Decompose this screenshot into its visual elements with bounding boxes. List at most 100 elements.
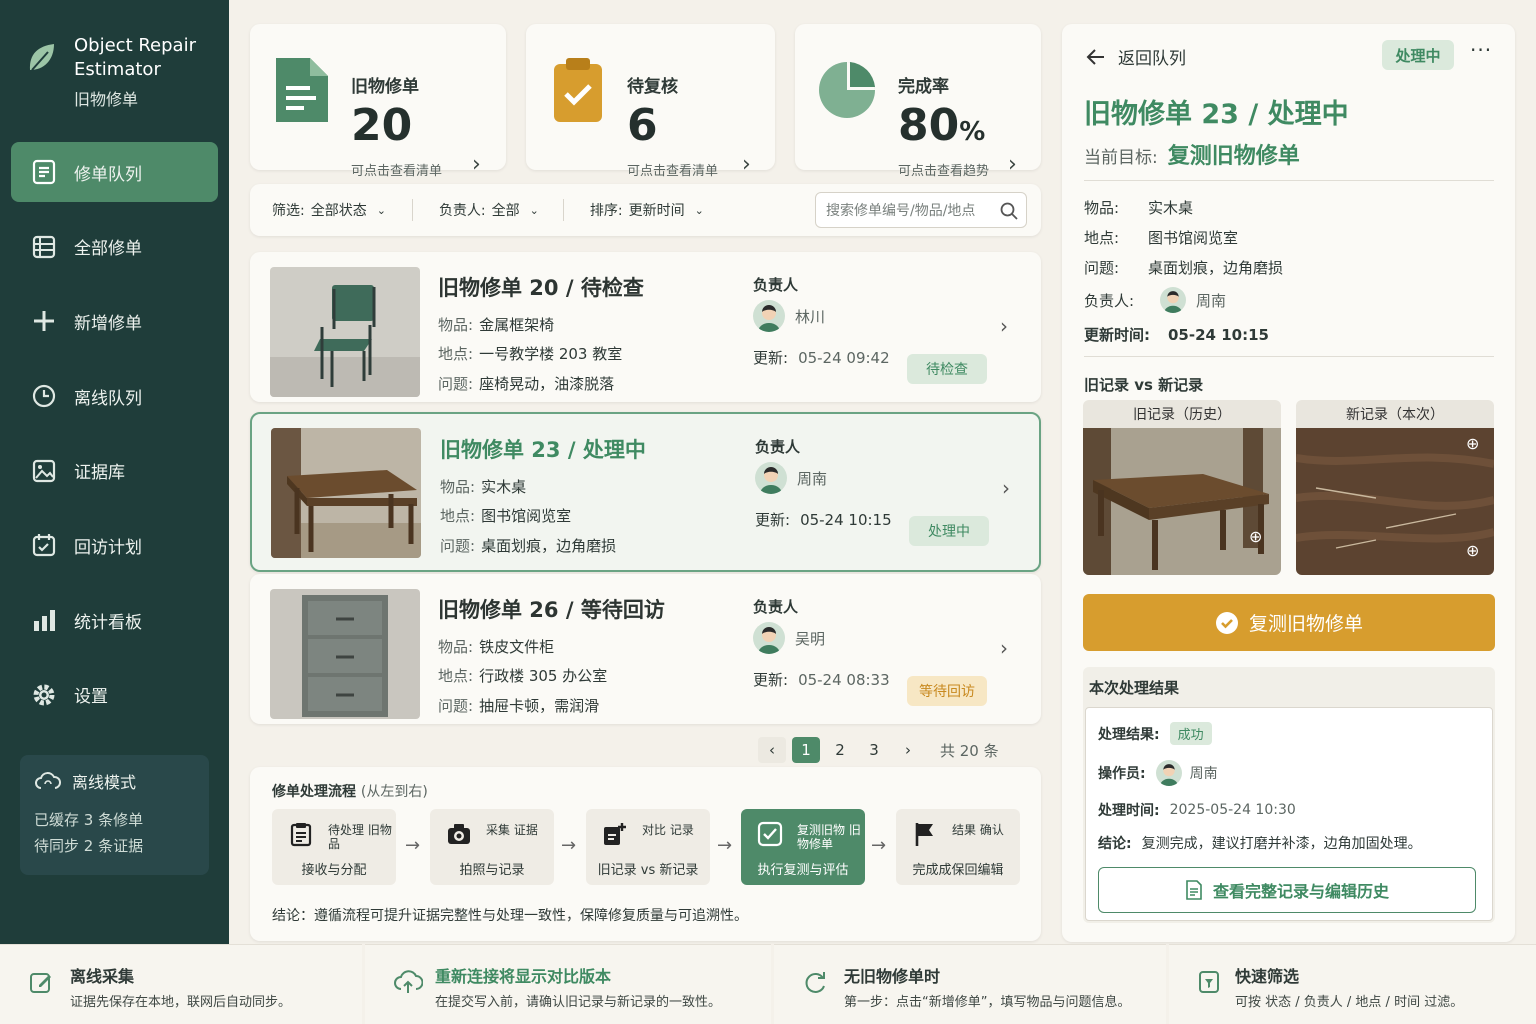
workflow-title: 修单处理流程 (从左到右) xyxy=(272,784,428,800)
flag-icon xyxy=(915,823,933,846)
detail-owner: 负责人: 周南 xyxy=(1084,287,1226,313)
order-card[interactable]: 旧物修单 20 / 待检查 物品: 金属框架椅 地点: 一号教学楼 203 教室 问… xyxy=(250,252,1041,402)
result-panel: 本次处理结果 处理结果: 成功 操作员: 周南 处理时间: 2025-05-24 1… xyxy=(1083,667,1495,923)
offline-title: 离线模式 xyxy=(72,773,137,792)
order-updated: 更新: 05-24 08:33 xyxy=(753,671,890,689)
view-history-button[interactable]: 查看完整记录与编辑历史 xyxy=(1098,867,1476,913)
camera-icon xyxy=(448,824,470,844)
stat-label: 完成率 xyxy=(898,77,949,97)
result-operator: 操作员: 周南 xyxy=(1098,760,1218,786)
nav-item-all[interactable]: 全部修单 xyxy=(11,217,218,277)
arrow-left-icon xyxy=(1086,48,1104,65)
back-to-queue-link[interactable]: 返回队列 xyxy=(1086,44,1186,69)
nav-item-stats[interactable]: 统计看板 xyxy=(11,590,218,650)
detail-updated: 更新时间: 05-24 10:15 xyxy=(1084,325,1269,345)
avatar xyxy=(753,300,785,332)
owner-filter[interactable]: 负责人: 全部 ⌄ xyxy=(439,200,539,220)
calendar-icon xyxy=(32,534,56,557)
arrow-right-icon: → xyxy=(871,835,887,856)
search-icon xyxy=(1000,202,1018,220)
grid-icon xyxy=(32,235,56,258)
avatar xyxy=(753,622,785,654)
nav-item-offline[interactable]: 离线队列 xyxy=(11,366,218,426)
chevron-right-icon: › xyxy=(742,152,751,177)
nav-item-queue[interactable]: 修单队列 xyxy=(11,142,218,202)
gear-icon xyxy=(33,684,55,706)
status-filter[interactable]: 筛选: 全部状态 ⌄ xyxy=(272,200,386,220)
app-logo: Object Repair Estimator 旧物修单 xyxy=(24,34,214,110)
offline-status-panel: 离线模式 已缓存 3 条修单 待同步 2 条证据 xyxy=(20,755,209,875)
old-record-photo[interactable]: 旧记录（历史） ⊕ xyxy=(1083,400,1281,575)
workflow-step-compare[interactable]: 对比 记录 旧记录 vs 新记录 xyxy=(586,809,710,885)
new-record-photo[interactable]: 新记录（本次） ⊕ ⊕ xyxy=(1296,400,1494,575)
nav-item-evidence[interactable]: 证据库 xyxy=(11,441,218,501)
chevron-down-icon: ⌄ xyxy=(694,203,704,217)
pager-page-3[interactable]: 3 xyxy=(860,737,888,763)
order-issue: 问题: 座椅晃动，油漆脱落 xyxy=(438,375,615,393)
zoom-icon[interactable]: ⊕ xyxy=(1466,434,1479,453)
nav-item-new[interactable]: 新增修单 xyxy=(11,291,218,351)
search-input[interactable]: 搜索修单编号/物品/地点 xyxy=(815,192,1027,228)
workflow-step-retest[interactable]: 复测旧物 旧物修单 执行复测与评估 xyxy=(741,809,865,885)
workflow-step-complete[interactable]: 结果 确认 完成成保回编辑 xyxy=(896,809,1020,885)
pager-prev-button[interactable]: ‹ xyxy=(758,737,786,763)
nav-label: 统计看板 xyxy=(74,612,142,633)
nav-label: 修单队列 xyxy=(74,164,142,185)
stat-card-rate[interactable]: 完成率 80% 可点击查看趋势 › xyxy=(795,24,1041,179)
detail-item: 物品: 实木桌 xyxy=(1084,199,1194,217)
chevron-down-icon: ⌄ xyxy=(376,203,386,217)
refresh-icon xyxy=(805,972,825,993)
compare-icon xyxy=(604,823,626,845)
order-owner: 林川 xyxy=(753,300,825,332)
nav-item-revisit[interactable]: 回访计划 xyxy=(11,515,218,575)
stat-value: 80% xyxy=(898,100,986,151)
order-issue: 问题: 桌面划痕，边角磨损 xyxy=(440,537,617,555)
order-owner: 周南 xyxy=(755,462,827,494)
list-icon xyxy=(32,159,56,185)
order-card[interactable]: 旧物修单 26 / 等待回访 物品: 铁皮文件柜 地点: 行政楼 305 办公室 问… xyxy=(250,574,1041,724)
status-badge: 待检查 xyxy=(907,354,987,384)
pager-page-1[interactable]: 1 xyxy=(792,737,820,763)
chevron-right-icon[interactable]: › xyxy=(1000,314,1008,338)
image-icon xyxy=(32,459,56,482)
stat-card-review[interactable]: 待复核 6 可点击查看清单 › xyxy=(526,24,775,179)
stat-hint: 可点击查看清单 xyxy=(351,164,443,179)
order-owner: 吴明 xyxy=(753,622,825,654)
zoom-icon[interactable]: ⊕ xyxy=(1249,527,1262,546)
order-card-selected[interactable]: 旧物修单 23 / 处理中 物品: 实木桌 地点: 图书馆阅览室 问题: 桌面划痕，边… xyxy=(250,412,1041,572)
zoom-icon[interactable]: ⊕ xyxy=(1466,541,1479,560)
stat-hint: 可点击查看趋势 xyxy=(898,164,990,179)
workflow-panel: 修单处理流程 (从左到右) 待处理 旧物品 接收与分配 → 采集 证据 拍照与记… xyxy=(250,767,1041,941)
app-subtitle: 旧物修单 xyxy=(74,90,139,109)
more-menu-icon[interactable]: ··· xyxy=(1470,38,1492,62)
nav-item-settings[interactable]: 设置 xyxy=(11,665,218,725)
stat-value: 20 xyxy=(351,100,413,151)
result-title: 本次处理结果 xyxy=(1089,678,1180,697)
document-icon xyxy=(276,58,328,122)
pager-page-2[interactable]: 2 xyxy=(826,737,854,763)
nav-label: 新增修单 xyxy=(74,313,142,334)
plus-icon xyxy=(34,311,54,332)
chevron-right-icon[interactable]: › xyxy=(1002,476,1010,500)
table-photo xyxy=(271,428,421,558)
detail-title: 旧物修单 23 / 处理中 xyxy=(1084,99,1349,130)
workflow-step-intake[interactable]: 待处理 旧物品 接收与分配 xyxy=(272,809,396,885)
retest-button[interactable]: 复测旧物修单 xyxy=(1083,594,1495,651)
offline-cached-count: 已缓存 3 条修单 xyxy=(34,811,144,829)
stat-card-orders[interactable]: 旧物修单 20 可点击查看清单 › xyxy=(250,24,506,179)
result-badge: 成功 xyxy=(1169,722,1212,745)
tip-quick-filter: 快速筛选 可按 状态 / 负责人 / 地点 / 时间 过滤。 xyxy=(1169,944,1536,1024)
chevron-right-icon[interactable]: › xyxy=(1000,636,1008,660)
nav-label: 证据库 xyxy=(74,463,125,484)
cabinet-photo xyxy=(270,589,420,719)
chevron-down-icon: ⌄ xyxy=(529,203,539,217)
sidebar: Object Repair Estimator 旧物修单 修单队列 全部修单 新… xyxy=(0,0,229,944)
clock-icon xyxy=(32,384,56,408)
app-name: Object Repair Estimator xyxy=(74,35,196,80)
workflow-step-capture[interactable]: 采集 证据 拍照与记录 xyxy=(430,809,554,885)
sort-select[interactable]: 排序: 更新时间 ⌄ xyxy=(590,200,704,220)
order-location: 地点: 图书馆阅览室 xyxy=(440,507,572,525)
pager-next-button[interactable]: › xyxy=(894,737,922,763)
workflow-conclusion: 结论：遵循流程可提升证据完整性与处理一致性，保障修复质量与可追溯性。 xyxy=(272,908,748,924)
order-issue: 问题: 抽屉卡顿，需润滑 xyxy=(438,697,600,715)
